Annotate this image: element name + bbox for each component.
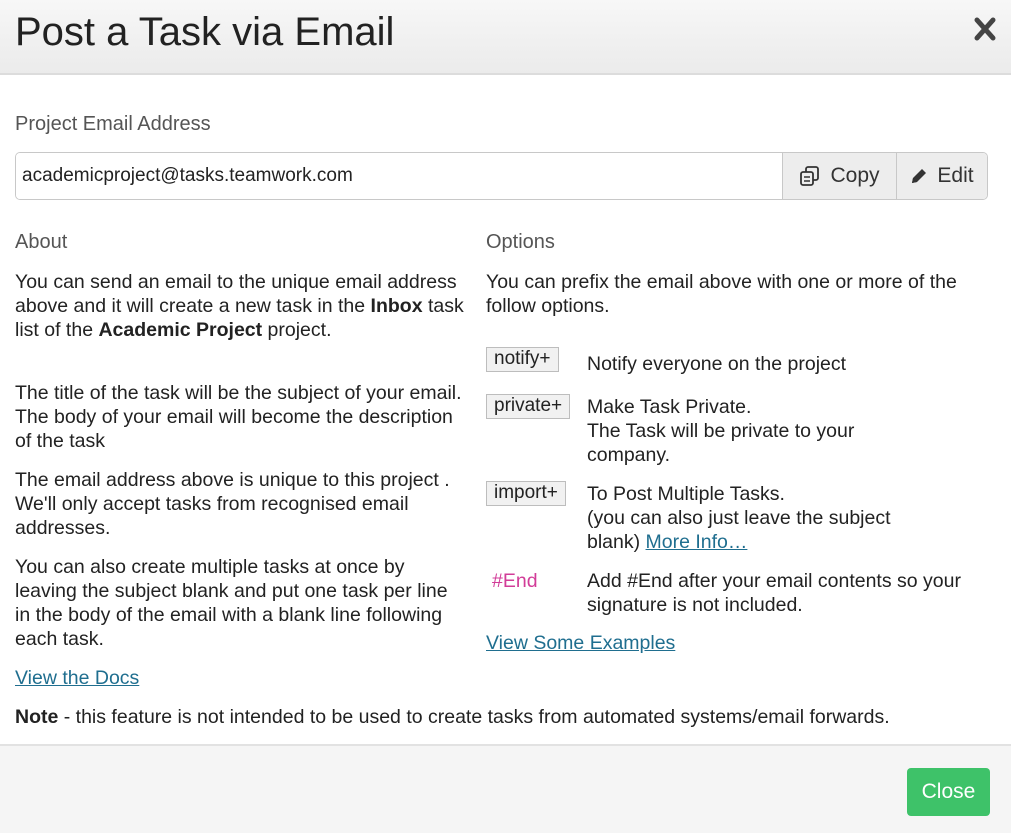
dialog-title: Post a Task via Email [15, 10, 395, 54]
edit-button-label: Edit [937, 164, 974, 187]
note-text: Note - this feature is not intended to b… [15, 705, 1000, 729]
notify-tag: notify+ [486, 347, 559, 372]
dialog-header: Post a Task via Email [0, 0, 1011, 75]
view-examples-link[interactable]: View Some Examples [486, 631, 675, 655]
note-body: - this feature is not intended to be use… [58, 706, 890, 728]
about-paragraph-3: The email address above is unique to thi… [15, 469, 450, 539]
import-description-line1: To Post Multiple Tasks. [587, 483, 785, 505]
import-description-line2: (you can also just leave the subject bla… [587, 506, 932, 554]
end-tag: #End [492, 570, 538, 592]
notify-description: Notify everyone on the project [587, 353, 847, 375]
copy-button-label: Copy [830, 164, 880, 187]
private-tag: private+ [486, 394, 571, 419]
email-input-group: Copy Edit [15, 152, 988, 200]
copy-button[interactable]: Copy [782, 153, 896, 199]
email-label: Project Email Address [15, 113, 211, 135]
edit-button[interactable]: Edit [896, 153, 987, 199]
note-bold: Note [15, 706, 59, 728]
about-p1-text-c: project. [262, 319, 332, 341]
private-description: Make Task Private. The Task will be priv… [587, 395, 987, 467]
view-docs-link[interactable]: View the Docs [15, 666, 139, 690]
about-heading: About [15, 231, 68, 253]
options-heading: Options [486, 231, 555, 253]
close-x-icon[interactable] [970, 12, 1000, 46]
private-description-line2: The Task will be private to your company… [587, 420, 855, 466]
inbox-bold: Inbox [370, 295, 423, 317]
project-name-bold: Academic Project [98, 319, 263, 341]
about-paragraph-2: The title of the task will be the subjec… [15, 382, 462, 452]
private-description-line1: Make Task Private. [587, 396, 752, 418]
project-email-input[interactable] [16, 153, 782, 199]
dialog-footer [0, 746, 1011, 833]
end-description: Add #End after your email contents so yo… [587, 570, 961, 616]
about-paragraph-4: You can also create multiple tasks at on… [15, 556, 448, 650]
copy-icon [800, 166, 820, 186]
pencil-icon [912, 169, 927, 183]
import-description: To Post Multiple Tasks. (you can also ju… [587, 482, 987, 554]
options-intro: You can prefix the email above with one … [486, 271, 957, 317]
close-button[interactable]: Close [907, 768, 990, 816]
about-paragraph-1: You can send an email to the unique emai… [15, 270, 470, 342]
import-tag: import+ [486, 481, 566, 506]
more-info-link[interactable]: More Info… [646, 531, 748, 553]
